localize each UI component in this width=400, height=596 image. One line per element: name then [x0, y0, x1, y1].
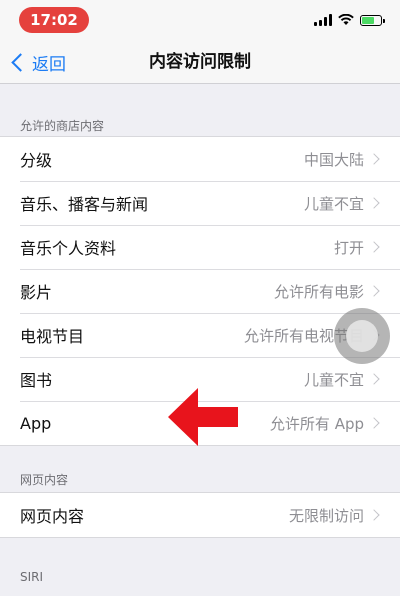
web-content-group: 网页内容 无限制访问: [0, 492, 400, 538]
row-music-profiles[interactable]: 音乐个人资料 打开: [0, 225, 400, 269]
section-header-siri: SIRI: [20, 570, 44, 584]
row-web-content[interactable]: 网页内容 无限制访问: [0, 493, 400, 537]
chevron-right-icon: [368, 417, 380, 429]
row-label: 音乐、播客与新闻: [20, 195, 149, 214]
navigation-bar: 内容访问限制 返回: [0, 40, 400, 84]
row-value: 打开: [333, 238, 364, 257]
status-bar: 17:02: [0, 0, 400, 40]
section-header-store-content: 允许的商店内容: [20, 119, 105, 133]
row-music-podcasts-news[interactable]: 音乐、播客与新闻 儿童不宜: [0, 181, 400, 225]
section-header-web-content: 网页内容: [20, 473, 69, 487]
back-button-label: 返回: [32, 54, 66, 75]
row-value: 儿童不宜: [303, 194, 364, 213]
row-label: 电视节目: [20, 327, 85, 346]
status-time: 17:02: [19, 7, 89, 33]
row-value: 中国大陆: [303, 150, 364, 169]
assistive-touch-button[interactable]: [334, 308, 390, 364]
chevron-right-icon: [368, 373, 380, 385]
row-value: 儿童不宜: [303, 370, 364, 389]
row-movies[interactable]: 影片 允许所有电影: [0, 269, 400, 313]
back-button[interactable]: 返回: [10, 48, 66, 76]
chevron-right-icon: [368, 197, 380, 209]
battery-icon: [360, 14, 385, 26]
row-label: 分级: [20, 151, 53, 170]
wifi-icon: [338, 14, 354, 25]
row-value: 无限制访问: [288, 506, 364, 525]
row-ratings[interactable]: 分级 中国大陆: [0, 137, 400, 181]
chevron-right-icon: [368, 241, 380, 253]
row-label: 网页内容: [20, 507, 85, 526]
back-chevron-icon: [11, 52, 30, 72]
chevron-right-icon: [368, 153, 380, 165]
row-label: 音乐个人资料: [20, 239, 117, 258]
row-label: App: [20, 413, 52, 433]
row-value: 允许所有 App: [269, 414, 364, 433]
row-label: 图书: [20, 371, 53, 390]
status-icons: [314, 12, 385, 28]
row-label: 影片: [20, 283, 53, 302]
row-value: 允许所有电影: [273, 282, 364, 301]
signal-icon: [314, 14, 332, 26]
red-arrow-annotation-icon: [168, 388, 238, 446]
chevron-right-icon: [368, 509, 380, 521]
chevron-right-icon: [368, 285, 380, 297]
